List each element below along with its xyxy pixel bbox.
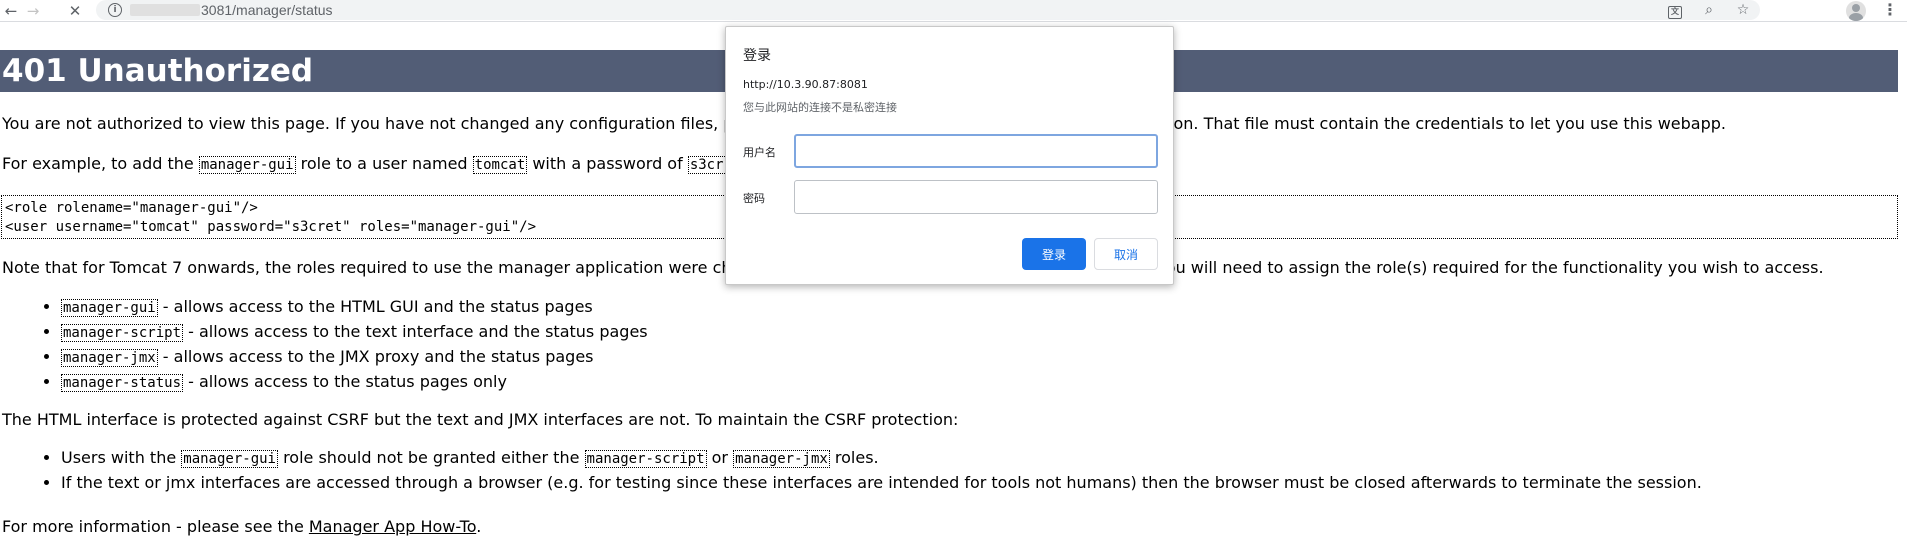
dialog-title: 登录 [743,48,771,64]
manager-howto-link[interactable]: Manager App How-To [309,517,476,536]
url-text[interactable]: 3081/manager/status [201,2,333,18]
back-arrow-icon[interactable]: ← [0,0,22,22]
zoom-icon[interactable]: ⌕ [1692,2,1726,18]
list-item: manager-script - allows access to the te… [61,320,648,345]
paragraph-more-info: For more information - please see the Ma… [2,517,482,536]
password-label: 密码 [743,192,765,205]
site-info-icon[interactable]: i [108,3,122,17]
stop-loading-icon[interactable]: ✕ [64,0,86,22]
bookmark-star-icon[interactable]: ☆ [1726,2,1760,18]
paragraph-csrf: The HTML interface is protected against … [2,410,959,429]
login-button[interactable]: 登录 [1022,238,1086,270]
browser-menu-icon[interactable]: ⋮ [1880,0,1900,22]
password-input[interactable] [794,180,1158,214]
paragraph-example: For example, to add the manager-gui role… [2,154,725,174]
code-manager-gui: manager-gui [198,156,296,174]
list-item: Users with the manager-gui role should n… [61,446,1702,471]
code-tomcat: tomcat [472,156,528,174]
translate-icon[interactable]: 文 [1658,2,1692,19]
browser-toolbar: ← → ✕ i 3081/manager/status 文 ⌕ ☆ ⋮ [0,0,1907,22]
list-item: manager-gui - allows access to the HTML … [61,295,648,320]
roles-list: manager-gui - allows access to the HTML … [0,295,648,395]
csrf-list: Users with the manager-gui role should n… [0,446,1702,494]
login-dialog: 登录 http://10.3.90.87:8081 您与此网站的连接不是私密连接… [725,26,1174,285]
list-item: If the text or jmx interfaces are access… [61,471,1702,494]
profile-avatar-icon[interactable] [1846,1,1866,21]
redacted-host [130,4,200,16]
list-item: manager-jmx - allows access to the JMX p… [61,345,648,370]
cancel-button[interactable]: 取消 [1094,238,1158,270]
address-bar[interactable]: i 3081/manager/status 文 ⌕ ☆ [96,0,1760,20]
username-label: 用户名 [743,146,776,159]
code-password: s3cr [687,156,725,174]
address-bar-actions: 文 ⌕ ☆ [1658,0,1760,20]
forward-arrow-icon[interactable]: → [22,0,44,22]
dialog-url: http://10.3.90.87:8081 [743,78,868,91]
dialog-security-note: 您与此网站的连接不是私密连接 [743,101,897,114]
list-item: manager-status - allows access to the st… [61,370,648,395]
username-input[interactable] [794,134,1158,168]
